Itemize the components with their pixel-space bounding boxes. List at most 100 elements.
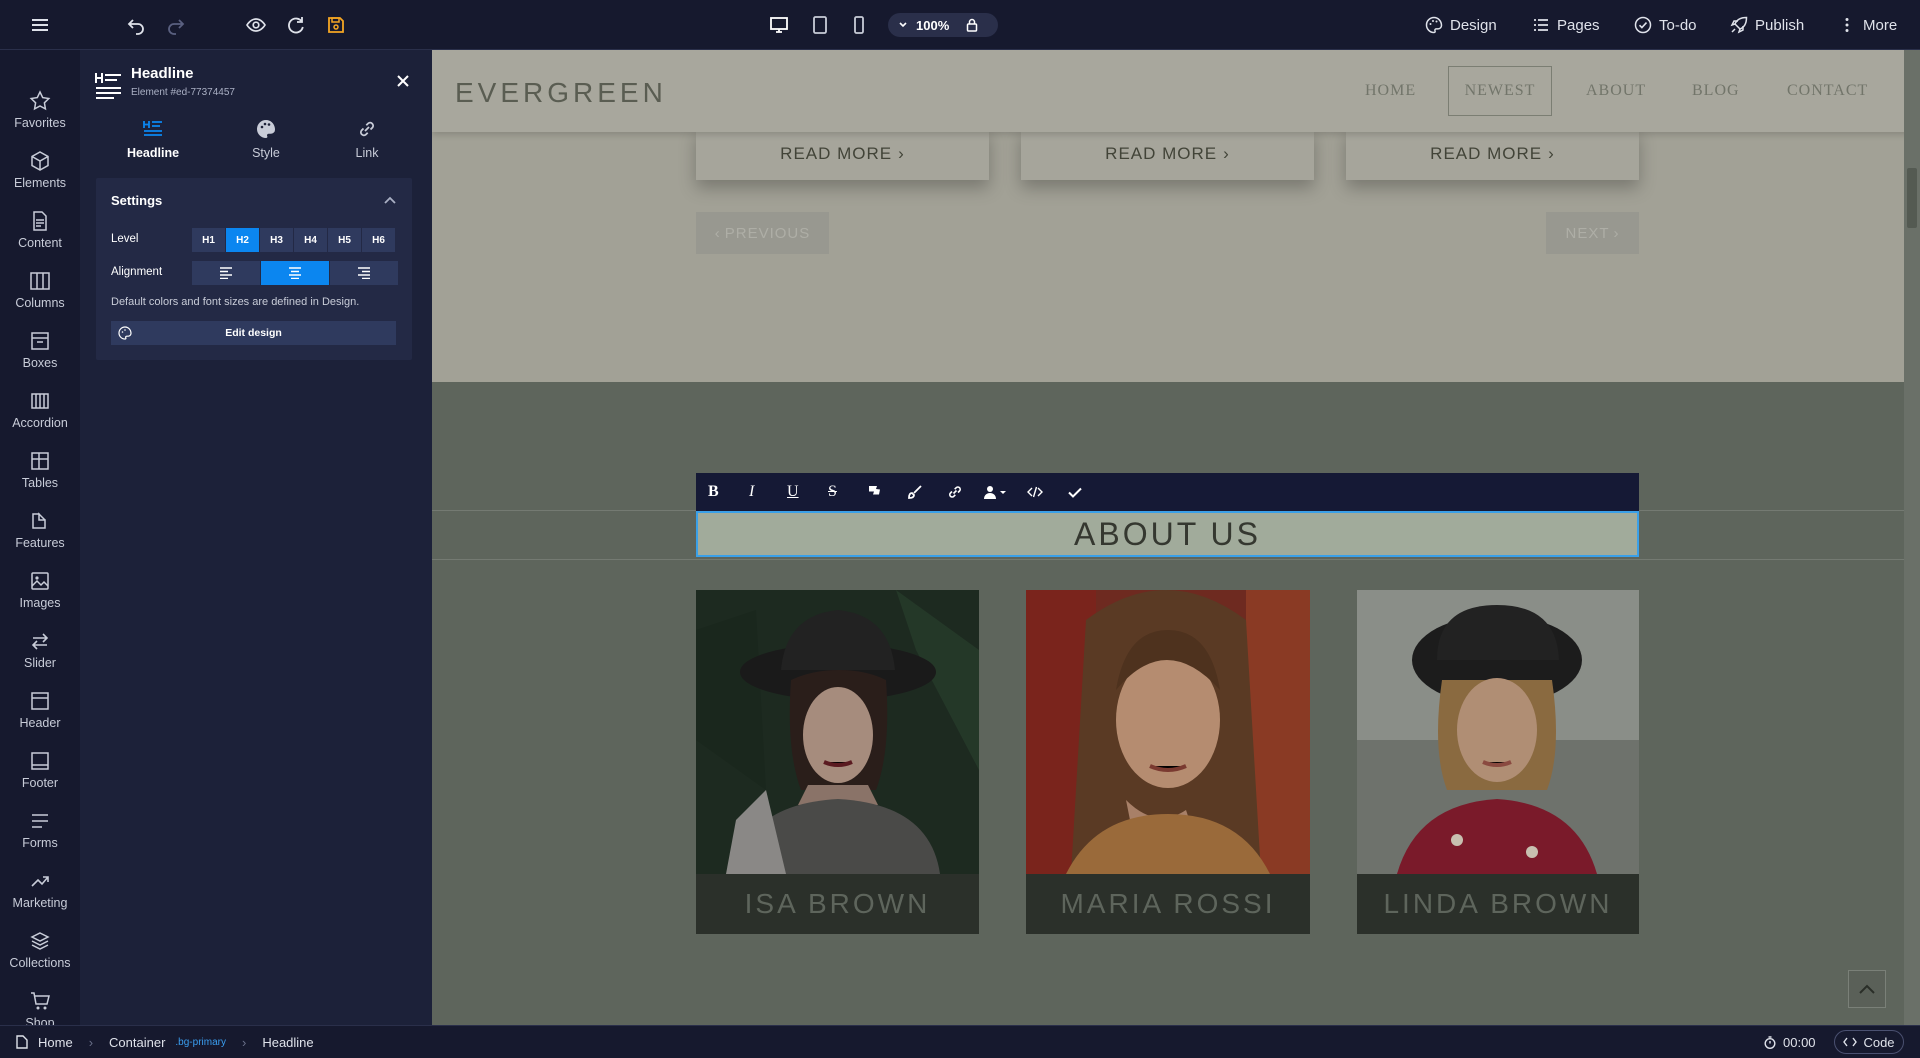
code-label: Code [1863, 1034, 1895, 1050]
chevron-down-icon[interactable] [898, 20, 908, 30]
trending-up-icon [31, 876, 49, 887]
undo-icon[interactable] [120, 0, 152, 50]
code-icon[interactable] [1027, 484, 1043, 500]
flag-icon[interactable] [866, 484, 882, 500]
slider-arrows-icon [31, 633, 49, 650]
level-h6-button[interactable]: H6 [362, 228, 395, 252]
sidebar-item-favorites[interactable]: Favorites [0, 80, 80, 140]
nav-newest[interactable]: NEWEST [1448, 66, 1552, 116]
headline-element-icon [94, 70, 124, 100]
sidebar-item-footer[interactable]: Footer [0, 740, 80, 800]
tab-label: Link [355, 146, 379, 160]
team-member-name: LINDA BROWN [1383, 888, 1613, 919]
breadcrumb-container[interactable]: Container [109, 1035, 165, 1050]
sidebar-item-elements[interactable]: Elements [0, 140, 80, 200]
nav-about[interactable]: ABOUT [1586, 82, 1646, 100]
zoom-control[interactable]: 100% [888, 13, 998, 37]
tab-headline[interactable]: Headline [103, 118, 203, 160]
design-button[interactable]: Design [1425, 0, 1497, 50]
underline-button[interactable]: U [787, 483, 799, 501]
preview-eye-icon[interactable] [240, 0, 272, 50]
chevron-up-icon[interactable] [383, 194, 397, 206]
align-left-button[interactable] [192, 261, 260, 285]
lock-icon[interactable] [965, 18, 979, 32]
team-card[interactable]: MARIA ROSSI [1026, 590, 1310, 934]
sidebar-item-marketing[interactable]: Marketing [0, 860, 80, 920]
todo-button[interactable]: To-do [1634, 0, 1697, 50]
sidebar-item-forms[interactable]: Forms [0, 800, 80, 860]
read-more-button[interactable]: READ MORE › [696, 128, 989, 180]
nav-home[interactable]: HOME [1365, 82, 1416, 100]
user-dropdown-icon[interactable] [983, 484, 1007, 500]
settings-title[interactable]: Settings [111, 193, 162, 208]
link-icon[interactable] [947, 484, 963, 500]
nav-blog[interactable]: BLOG [1692, 82, 1740, 100]
image-icon [31, 572, 49, 590]
desktop-view-icon[interactable] [764, 0, 794, 50]
align-center-button[interactable] [261, 261, 329, 285]
redo-icon[interactable] [160, 0, 192, 50]
sidebar-item-content[interactable]: Content [0, 200, 80, 260]
align-right-icon [358, 267, 370, 279]
about-us-headline[interactable]: ABOUT US [696, 511, 1639, 557]
read-more-button[interactable]: READ MORE › [1021, 128, 1314, 180]
bold-button[interactable]: B [708, 483, 719, 501]
more-button[interactable]: More [1838, 0, 1897, 50]
sidebar-item-slider[interactable]: Slider [0, 620, 80, 680]
mobile-view-icon[interactable] [844, 0, 874, 50]
stopwatch-icon [1764, 1035, 1776, 1049]
code-button[interactable]: Code [1834, 1030, 1904, 1054]
scrollbar-thumb[interactable] [1907, 168, 1917, 228]
tab-link[interactable]: Link [317, 118, 417, 160]
level-h2-button[interactable]: H2 [226, 228, 259, 252]
level-h4-button[interactable]: H4 [294, 228, 327, 252]
tab-style[interactable]: Style [216, 118, 316, 160]
level-h5-button[interactable]: H5 [328, 228, 361, 252]
canvas-scrollbar[interactable] [1904, 50, 1920, 1025]
refresh-icon[interactable] [280, 0, 312, 50]
team-card[interactable]: ISA BROWN [696, 590, 979, 934]
strikethrough-button[interactable]: S [828, 483, 837, 501]
team-card[interactable]: LINDA BROWN [1357, 590, 1639, 934]
breadcrumb-home[interactable]: Home [38, 1035, 73, 1050]
sidebar-item-header[interactable]: Header [0, 680, 80, 740]
hamburger-menu-icon[interactable] [20, 0, 60, 50]
todo-label: To-do [1659, 16, 1697, 34]
footer-icon [31, 752, 49, 770]
sidebar-item-accordion[interactable]: Accordion [0, 380, 80, 440]
nav-contact[interactable]: CONTACT [1787, 82, 1868, 100]
more-vertical-icon [1838, 16, 1856, 34]
sidebar-item-label: Columns [15, 296, 65, 310]
level-h3-button[interactable]: H3 [260, 228, 293, 252]
close-icon[interactable] [396, 74, 410, 88]
zoom-level: 100% [916, 17, 950, 33]
tablet-view-icon[interactable] [805, 0, 835, 50]
previous-button[interactable]: ‹ PREVIOUS [696, 212, 829, 254]
sidebar-item-label: Images [19, 596, 61, 610]
palette-icon [257, 120, 275, 138]
pages-button[interactable]: Pages [1532, 0, 1600, 50]
next-label: NEXT [1565, 224, 1610, 242]
level-h1-button[interactable]: H1 [192, 228, 225, 252]
edit-design-button[interactable]: Edit design [111, 321, 396, 345]
status-bar: Home › Container .bg-primary › Headline … [0, 1025, 1920, 1057]
align-right-button[interactable] [330, 261, 398, 285]
sidebar-item-images[interactable]: Images [0, 560, 80, 620]
save-icon[interactable] [320, 0, 352, 50]
confirm-check-icon[interactable] [1067, 484, 1083, 500]
site-logo[interactable]: EVERGREEN [455, 77, 667, 109]
next-button[interactable]: NEXT › [1546, 212, 1639, 254]
sidebar-item-features[interactable]: Features [0, 500, 80, 560]
edit-design-label: Edit design [225, 327, 282, 339]
sidebar-item-columns[interactable]: Columns [0, 260, 80, 320]
read-more-button[interactable]: READ MORE › [1346, 128, 1639, 180]
breadcrumb-headline[interactable]: Headline [262, 1035, 313, 1050]
publish-button[interactable]: Publish [1730, 0, 1804, 50]
sidebar-item-boxes[interactable]: Boxes [0, 320, 80, 380]
italic-button[interactable]: I [749, 483, 754, 501]
sidebar-item-collections[interactable]: Collections [0, 920, 80, 980]
brush-icon[interactable] [907, 484, 923, 500]
back-to-top-button[interactable] [1848, 970, 1886, 1008]
read-more-label: READ MORE [780, 144, 893, 163]
sidebar-item-tables[interactable]: Tables [0, 440, 80, 500]
